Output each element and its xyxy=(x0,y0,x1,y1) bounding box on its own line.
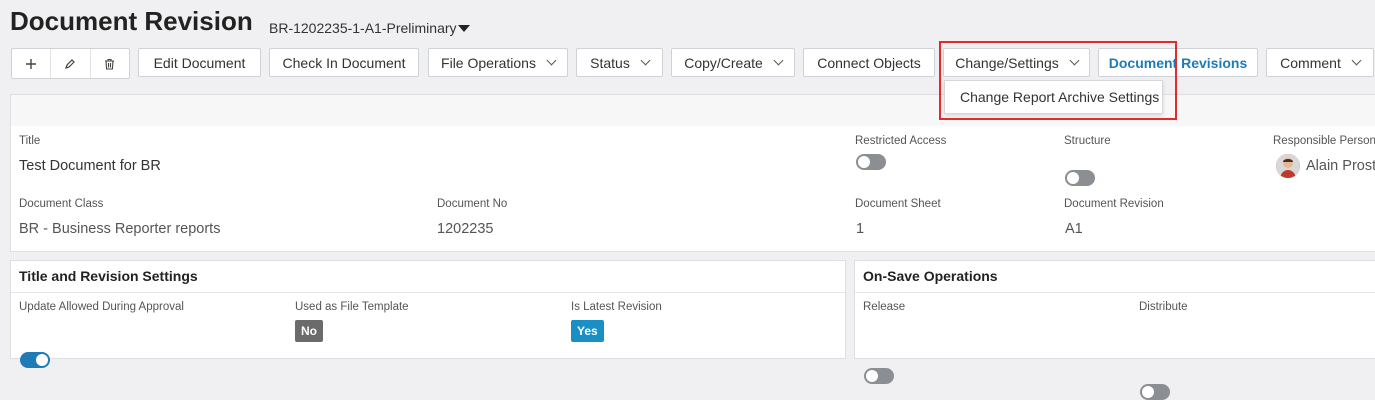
file-operations-label: File Operations xyxy=(441,54,536,71)
title-value: Test Document for BR xyxy=(19,158,161,174)
on-save-heading: On-Save Operations xyxy=(863,268,998,284)
document-sheet-value: 1 xyxy=(856,221,865,237)
document-class-value: BR - Business Reporter reports xyxy=(19,221,221,237)
file-operations-button[interactable]: File Operations xyxy=(428,48,568,77)
responsible-person-value[interactable]: Alain Prost xyxy=(1306,158,1375,174)
edit-document-label: Edit Document xyxy=(153,54,246,71)
copy-create-label: Copy/Create xyxy=(684,54,763,71)
status-button[interactable]: Status xyxy=(576,48,663,77)
responsible-person-label: Responsible Person xyxy=(1273,135,1375,147)
document-class-label: Document Class xyxy=(19,198,104,210)
check-in-document-button[interactable]: Check In Document xyxy=(269,48,419,77)
highlight-box xyxy=(939,41,1177,120)
structure-toggle[interactable] xyxy=(1065,170,1095,186)
caret-down-icon[interactable] xyxy=(458,25,470,32)
avatar xyxy=(1276,154,1300,178)
pencil-icon[interactable] xyxy=(51,49,91,78)
used-as-template-label: Used as File Template xyxy=(295,301,409,313)
page-title: Document Revision xyxy=(10,6,253,36)
restricted-access-toggle[interactable] xyxy=(856,154,886,170)
title-label: Title xyxy=(19,135,41,147)
chevron-down-icon xyxy=(1351,55,1362,66)
plus-icon[interactable] xyxy=(12,49,52,78)
comment-label: Comment xyxy=(1280,54,1341,71)
is-latest-revision-badge: Yes xyxy=(571,320,604,342)
connect-objects-button[interactable]: Connect Objects xyxy=(803,48,935,77)
is-latest-revision-label: Is Latest Revision xyxy=(571,301,662,313)
connect-objects-label: Connect Objects xyxy=(817,54,921,71)
status-label: Status xyxy=(590,54,630,71)
document-sheet-label: Document Sheet xyxy=(855,198,941,210)
trash-icon[interactable] xyxy=(91,49,129,78)
document-no-label: Document No xyxy=(437,198,508,210)
chevron-down-icon xyxy=(546,55,557,66)
section-divider xyxy=(855,292,1375,293)
chevron-down-icon xyxy=(640,55,651,66)
distribute-toggle[interactable] xyxy=(1140,384,1170,400)
document-no-value: 1202235 xyxy=(437,221,494,237)
used-as-template-badge: No xyxy=(295,320,323,342)
document-revision-label: Document Revision xyxy=(1064,198,1164,210)
copy-create-button[interactable]: Copy/Create xyxy=(671,48,795,77)
restricted-access-label: Restricted Access xyxy=(855,135,947,147)
release-toggle[interactable] xyxy=(864,368,894,384)
distribute-label: Distribute xyxy=(1139,301,1188,313)
release-label: Release xyxy=(863,301,906,313)
comment-button[interactable]: Comment xyxy=(1266,48,1374,77)
update-allowed-label: Update Allowed During Approval xyxy=(19,301,184,313)
chevron-down-icon xyxy=(773,55,784,66)
edit-document-button[interactable]: Edit Document xyxy=(138,48,261,77)
title-revision-heading: Title and Revision Settings xyxy=(19,268,198,284)
document-revision-value: A1 xyxy=(1065,221,1083,237)
check-in-document-label: Check In Document xyxy=(282,54,406,71)
section-divider xyxy=(11,292,845,293)
revision-selector[interactable]: BR-1202235-1-A1-Preliminary xyxy=(269,20,457,36)
structure-label: Structure xyxy=(1064,135,1111,147)
record-actions-group xyxy=(11,48,130,79)
